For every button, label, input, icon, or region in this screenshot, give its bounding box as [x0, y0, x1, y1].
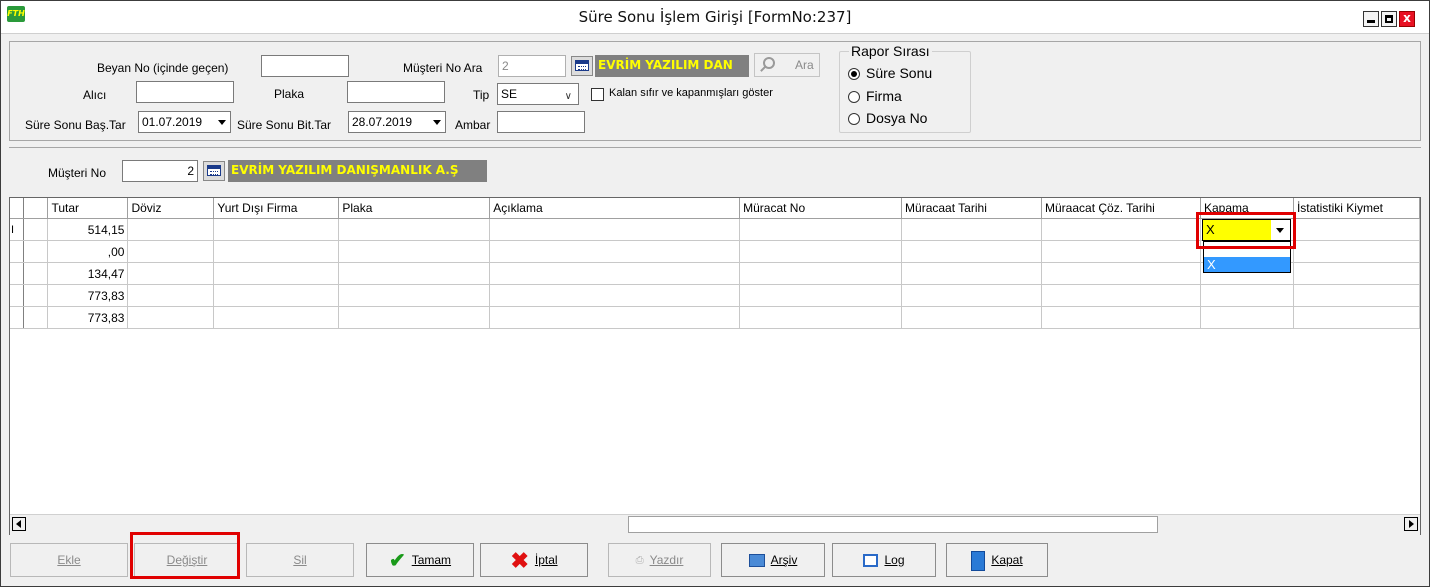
tip-value: SE — [501, 87, 518, 101]
ara-button[interactable]: Ara — [754, 53, 820, 77]
alici-label: Alıcı — [83, 88, 107, 102]
maximize-button[interactable] — [1381, 11, 1397, 27]
radio-firma-label: Firma — [866, 88, 902, 104]
sure-sonu-bas-datepicker[interactable]: 01.07.2019 — [138, 111, 231, 133]
sure-sonu-bit-value: 28.07.2019 — [352, 115, 413, 129]
row-indicator-header — [10, 198, 25, 219]
row-indicator — [10, 306, 25, 329]
kalan-label: Kalan sıfır ve kapanmışları göster — [609, 87, 773, 99]
radio-sure-sonu[interactable] — [848, 68, 860, 80]
musteri-no-ara-input[interactable]: 2 — [498, 55, 566, 77]
tamam-label: Tamam — [411, 553, 452, 567]
musteri-no-label: Müşteri No — [48, 166, 107, 180]
log-label: Log — [884, 553, 905, 567]
sure-sonu-bas-label: Süre Sonu Baş.Tar — [25, 118, 126, 132]
window-title: Süre Sonu İşlem Girişi [FormNo:237] — [578, 8, 852, 26]
row-indicator — [10, 240, 25, 263]
tutar-cell[interactable]: ,00 — [47, 240, 129, 263]
col-header-aciklama[interactable]: Açıklama — [489, 198, 741, 219]
sil-button[interactable]: Sil — [246, 543, 354, 577]
printer-icon: ⎙ — [635, 554, 644, 566]
alici-input[interactable] — [136, 81, 234, 103]
sil-label: Sil — [293, 553, 307, 567]
scroll-left-icon[interactable] — [12, 517, 26, 531]
iptal-button[interactable]: ✖ İptal — [480, 543, 588, 577]
tutar-cell[interactable]: 773,83 — [47, 306, 129, 329]
musteri-name-display: EVRİM YAZILIM DANIŞMANLIK A.Ş — [228, 160, 487, 182]
col-header-istatistiki-kiymet[interactable]: İstatistiki Kiymet — [1293, 198, 1420, 219]
tip-select[interactable]: SE ∨ — [497, 83, 579, 105]
log-button[interactable]: Log — [832, 543, 936, 577]
rapor-sirasi-label: Rapor Sırası — [849, 43, 932, 59]
col-header-tutar[interactable]: Tutar — [47, 198, 129, 219]
sure-sonu-bit-label: Süre Sonu Bit.Tar — [237, 118, 332, 132]
radio-sure-sonu-label: Süre Sonu — [866, 65, 933, 81]
ekle-label: Ekle — [57, 553, 81, 567]
calculator-icon[interactable] — [571, 56, 593, 76]
beyan-no-input[interactable] — [261, 55, 349, 77]
calculator-icon[interactable] — [203, 161, 225, 181]
tamam-button[interactable]: ✔ Tamam — [366, 543, 474, 577]
radio-dosya-no[interactable] — [848, 113, 860, 125]
yazdir-button[interactable]: ⎙ Yazdır — [608, 543, 711, 577]
musteri-no-ara-label: Müşteri No Ara — [403, 61, 483, 75]
arsiv-label: Arşiv — [770, 553, 798, 567]
chevron-down-icon: ∨ — [564, 91, 572, 102]
musteri-ara-name-display: EVRİM YAZILIM DAN — [595, 55, 749, 77]
col-header-muracaat-tarihi[interactable]: Müracaat Tarihi — [901, 198, 1042, 219]
musteri-no-input[interactable]: 2 — [122, 160, 198, 182]
title-bar[interactable]: FTH Süre Sonu İşlem Girişi [FormNo:237] … — [1, 1, 1429, 34]
main-window: FTH Süre Sonu İşlem Girişi [FormNo:237] … — [0, 0, 1430, 587]
row-indicator — [10, 262, 25, 285]
row-indicator: I — [10, 218, 25, 241]
tutar-cell[interactable]: 773,83 — [47, 284, 129, 307]
dropdown-arrow-icon — [433, 120, 441, 125]
cancel-x-icon: ✖ — [510, 547, 529, 573]
plaka-filter-label: Plaka — [274, 87, 305, 101]
tutar-cell[interactable]: 514,15 — [47, 218, 129, 241]
table-row[interactable]: 773,83 — [10, 284, 1420, 307]
kalan-checkbox[interactable] — [591, 88, 604, 101]
beyan-no-label: Beyan No (içinde geçen) — [97, 61, 229, 75]
tip-label: Tip — [473, 88, 490, 102]
col-header-plaka[interactable]: Plaka — [338, 198, 491, 219]
kapat-button[interactable]: Kapat — [946, 543, 1048, 577]
table-row[interactable]: 773,83 — [10, 306, 1420, 329]
kapat-label: Kapat — [991, 553, 1023, 567]
kapama-option-selected[interactable]: X — [1204, 257, 1290, 272]
plaka-filter-input[interactable] — [347, 81, 445, 103]
col-header-muracat-no[interactable]: Müracat No — [739, 198, 903, 219]
ekle-button[interactable]: Ekle — [10, 543, 128, 577]
sure-sonu-bas-value: 01.07.2019 — [142, 115, 203, 129]
highlight-box-kapama — [1196, 212, 1296, 249]
close-window-button[interactable]: x — [1399, 11, 1415, 27]
ambar-input[interactable] — [497, 111, 585, 133]
tutar-cell[interactable]: 134,47 — [47, 262, 129, 285]
radio-dosya-no-label: Dosya No — [866, 110, 928, 126]
highlight-box-degistir — [130, 532, 240, 579]
ambar-label: Ambar — [455, 118, 491, 132]
col-header-muracaat-coz-tarihi[interactable]: Müraacat Çöz. Tarihi — [1041, 198, 1201, 219]
radio-firma[interactable] — [848, 91, 860, 103]
sure-sonu-bit-datepicker[interactable]: 28.07.2019 — [348, 111, 446, 133]
iptal-label: İptal — [534, 553, 558, 567]
minimize-button[interactable] — [1363, 11, 1379, 27]
scroll-right-icon[interactable] — [1404, 517, 1418, 531]
col-header-yurt-disi-firma[interactable]: Yurt Dışı Firma — [213, 198, 340, 219]
checkmark-icon: ✔ — [388, 549, 406, 572]
log-window-icon — [863, 554, 879, 568]
scrollbar-thumb[interactable] — [628, 516, 1158, 533]
dropdown-arrow-icon — [218, 120, 226, 125]
archive-icon — [748, 554, 765, 568]
col-header-doviz[interactable]: Döviz — [127, 198, 215, 219]
yazdir-label: Yazdır — [649, 553, 684, 567]
arsiv-button[interactable]: Arşiv — [721, 543, 825, 577]
row-indicator — [10, 284, 25, 307]
spacer-header — [23, 198, 49, 219]
ara-button-label: Ara — [795, 58, 814, 72]
search-icon-handle — [760, 66, 766, 72]
exit-door-icon — [971, 550, 986, 571]
